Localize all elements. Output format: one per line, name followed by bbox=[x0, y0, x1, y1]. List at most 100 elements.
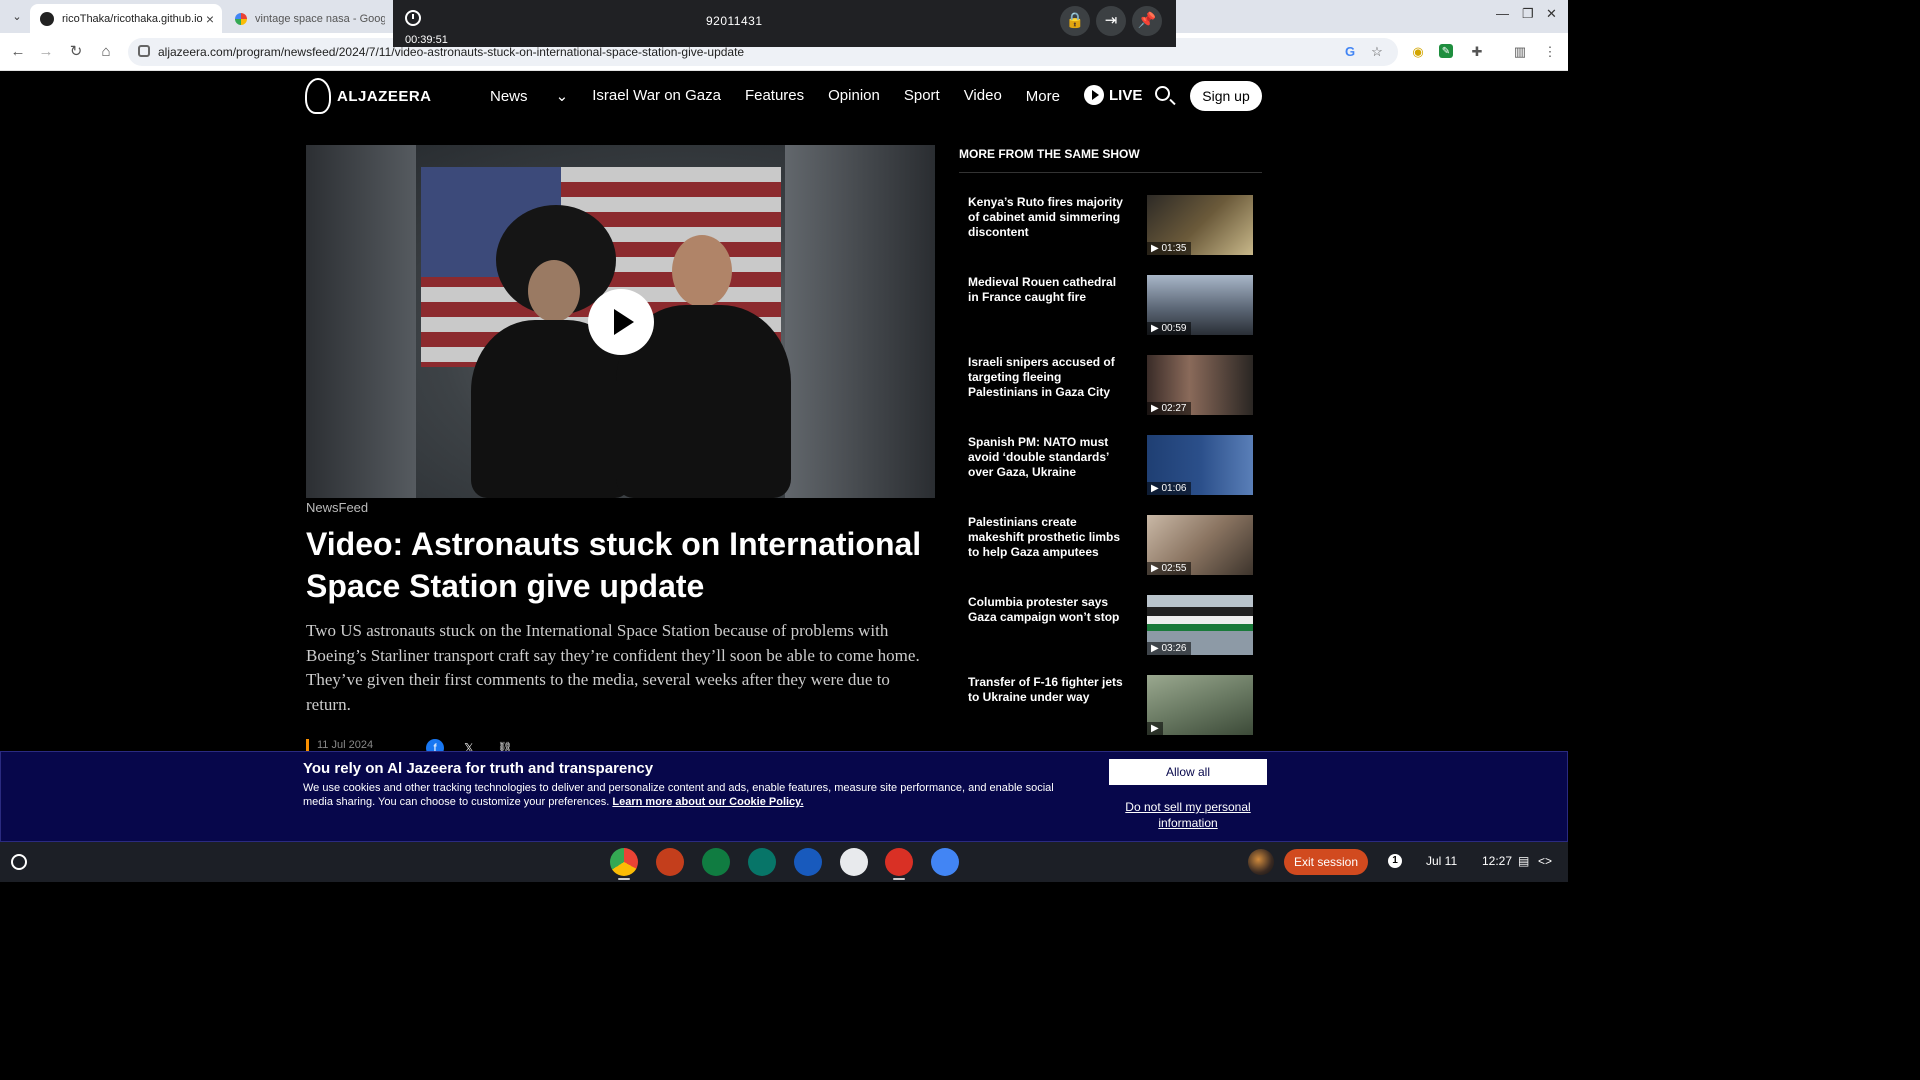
running-indicator bbox=[618, 878, 630, 880]
do-not-sell-link[interactable]: Do not sell my personal information bbox=[1109, 799, 1267, 831]
extension-green-icon[interactable]: ✎ bbox=[1439, 44, 1453, 58]
reload-icon[interactable]: ↻ bbox=[66, 42, 86, 62]
session-id: 92011431 bbox=[706, 14, 763, 28]
article-date: 11 Jul 2024 bbox=[317, 739, 374, 751]
list-item[interactable]: Columbia protester says Gaza campaign wo… bbox=[959, 595, 1262, 667]
url-text: aljazeera.com/program/newsfeed/2024/7/11… bbox=[158, 45, 745, 59]
cookie-banner: You rely on Al Jazeera for truth and tra… bbox=[0, 751, 1568, 842]
aljazeera-page: ALJAZEERA News ⌄ Israel War on Gaza Feat… bbox=[0, 71, 1568, 842]
nav-sport[interactable]: Sport bbox=[904, 87, 940, 105]
list-item-title: Kenya’s Ruto fires majority of cabinet a… bbox=[968, 195, 1123, 239]
exit-session-button[interactable]: Exit session bbox=[1284, 849, 1368, 875]
cookie-policy-link[interactable]: Learn more about our Cookie Policy. bbox=[612, 796, 803, 808]
code-icon[interactable]: <> bbox=[1538, 854, 1552, 868]
video-thumbnail[interactable]: ▶ 01:35 bbox=[1147, 195, 1253, 255]
play-button-icon[interactable] bbox=[588, 289, 654, 355]
back-icon[interactable]: ← bbox=[8, 42, 28, 62]
session-recorder-bar: 00:39:51 92011431 🔒 ⇥ 📌 bbox=[393, 0, 1176, 47]
list-item-title: Spanish PM: NATO must avoid ‘double stan… bbox=[968, 435, 1109, 479]
word-icon[interactable] bbox=[794, 848, 822, 876]
notification-badge[interactable]: 1 bbox=[1388, 854, 1402, 868]
restore-icon[interactable]: ❐ bbox=[1522, 6, 1534, 22]
close-window-icon[interactable]: ✕ bbox=[1546, 6, 1557, 22]
play-circle-icon bbox=[1084, 85, 1104, 105]
video-thumbnail[interactable]: ▶ bbox=[1147, 675, 1253, 735]
video-thumbnail[interactable]: ▶ 00:59 bbox=[1147, 275, 1253, 335]
list-item[interactable]: Medieval Rouen cathedral in France caugh… bbox=[959, 275, 1262, 347]
chrome-icon[interactable] bbox=[610, 848, 638, 876]
article-kicker[interactable]: NewsFeed bbox=[306, 500, 368, 515]
video-thumbnail[interactable]: ▶ 02:55 bbox=[1147, 515, 1253, 575]
google-icon bbox=[235, 12, 247, 25]
minimize-icon[interactable]: — bbox=[1496, 6, 1509, 21]
sign-up-button[interactable]: Sign up bbox=[1190, 81, 1262, 111]
tab-title: vintage space nasa - Google Se bbox=[255, 12, 385, 25]
video-player[interactable] bbox=[306, 145, 935, 498]
video-duration: ▶ 01:06 bbox=[1147, 482, 1191, 495]
list-item-title: Israeli snipers accused of target­ing fl… bbox=[968, 355, 1115, 399]
powerpoint-icon[interactable] bbox=[656, 848, 684, 876]
files-icon[interactable] bbox=[931, 848, 959, 876]
video-thumbnail[interactable]: ▶ 03:26 bbox=[1147, 595, 1253, 655]
main-nav: News ⌄ Israel War on Gaza Features Opini… bbox=[490, 87, 1125, 105]
live-label: LIVE bbox=[1109, 86, 1143, 104]
nav-israel-war-on-gaza[interactable]: Israel War on Gaza bbox=[592, 87, 721, 105]
aljazeera-logo[interactable]: ALJAZEERA bbox=[305, 78, 432, 114]
tab-title: ricoThaka/ricothaka.github.io bbox=[62, 12, 203, 25]
station-equipment-right bbox=[785, 145, 935, 498]
list-item[interactable]: Kenya’s Ruto fires majority of cabinet a… bbox=[959, 195, 1262, 267]
nav-video[interactable]: Video bbox=[964, 87, 1002, 105]
allow-all-button[interactable]: Allow all bbox=[1109, 759, 1267, 785]
launcher-icon[interactable] bbox=[11, 854, 27, 870]
extensions-puzzle-icon[interactable]: ✚ bbox=[1469, 44, 1485, 60]
video-duration: ▶ bbox=[1147, 722, 1163, 735]
recording-timer: 00:39:51 bbox=[405, 34, 448, 46]
publisher-icon[interactable] bbox=[748, 848, 776, 876]
os-shelf: Exit session 1 Jul 11 12:27 ▤ <> bbox=[0, 842, 1568, 882]
cookie-title: You rely on Al Jazeera for truth and tra… bbox=[303, 760, 654, 777]
home-icon[interactable]: ⌂ bbox=[96, 42, 116, 62]
avatar[interactable] bbox=[1248, 849, 1274, 875]
list-item[interactable]: Transfer of F-16 fighter jets to Ukraine… bbox=[959, 675, 1262, 747]
site-info-icon[interactable] bbox=[138, 45, 150, 57]
list-item[interactable]: Israeli snipers accused of target­ing fl… bbox=[959, 355, 1262, 427]
tray-time[interactable]: 12:27 bbox=[1482, 854, 1512, 868]
logo-text: ALJAZEERA bbox=[337, 87, 432, 105]
article-summary: Two US astronauts stuck on the Internati… bbox=[306, 621, 920, 714]
list-item-title: Columbia protester says Gaza campaign wo… bbox=[968, 595, 1120, 624]
tray-date[interactable]: Jul 11 bbox=[1426, 854, 1457, 868]
list-item[interactable]: Palestinians create makeshift prosthetic… bbox=[959, 515, 1262, 587]
bookmark-star-icon[interactable]: ☆ bbox=[1369, 44, 1385, 60]
live-button[interactable]: LIVE bbox=[1084, 85, 1142, 105]
close-tab-icon[interactable]: × bbox=[206, 11, 214, 27]
excel-icon[interactable] bbox=[702, 848, 730, 876]
running-indicator bbox=[893, 878, 905, 880]
menu-icon[interactable]: ⋮ bbox=[1542, 44, 1558, 60]
exit-icon[interactable]: ⇥ bbox=[1096, 6, 1126, 36]
date-accent bbox=[306, 739, 309, 751]
nav-news[interactable]: News ⌄ bbox=[490, 87, 568, 105]
astronaut-2-head bbox=[672, 235, 732, 307]
tab-search-icon[interactable]: ⌄ bbox=[8, 8, 26, 26]
nav-opinion[interactable]: Opinion bbox=[828, 87, 880, 105]
tab-google-search[interactable]: vintage space nasa - Google Se bbox=[225, 4, 385, 33]
tab-github[interactable]: ricoThaka/ricothaka.github.io × bbox=[30, 4, 222, 33]
astronaut-1-head bbox=[528, 260, 580, 322]
video-thumbnail[interactable]: ▶ 02:27 bbox=[1147, 355, 1253, 415]
nav-features[interactable]: Features bbox=[745, 87, 804, 105]
google-lens-icon[interactable]: G bbox=[1342, 44, 1358, 60]
extension-icon[interactable]: ◉ bbox=[1410, 44, 1426, 60]
keyboard-layout-icon[interactable]: ▤ bbox=[1518, 854, 1529, 868]
search-icon[interactable] bbox=[1155, 86, 1170, 101]
forward-icon[interactable]: → bbox=[36, 42, 56, 62]
lock-icon[interactable]: 🔒 bbox=[1060, 6, 1090, 36]
timer-icon[interactable] bbox=[885, 848, 913, 876]
pin-icon[interactable]: 📌 bbox=[1132, 6, 1162, 36]
docs-icon[interactable] bbox=[840, 848, 868, 876]
side-panel-icon[interactable]: ▥ bbox=[1512, 44, 1528, 60]
video-thumbnail[interactable]: ▶ 01:06 bbox=[1147, 435, 1253, 495]
list-item[interactable]: Spanish PM: NATO must avoid ‘double stan… bbox=[959, 435, 1262, 507]
list-item-title: Palestinians create makeshift prosthetic… bbox=[968, 515, 1121, 559]
sidebar-title: MORE FROM THE SAME SHOW bbox=[959, 147, 1140, 161]
cookie-text: We use cookies and other tracking techno… bbox=[303, 782, 1054, 808]
